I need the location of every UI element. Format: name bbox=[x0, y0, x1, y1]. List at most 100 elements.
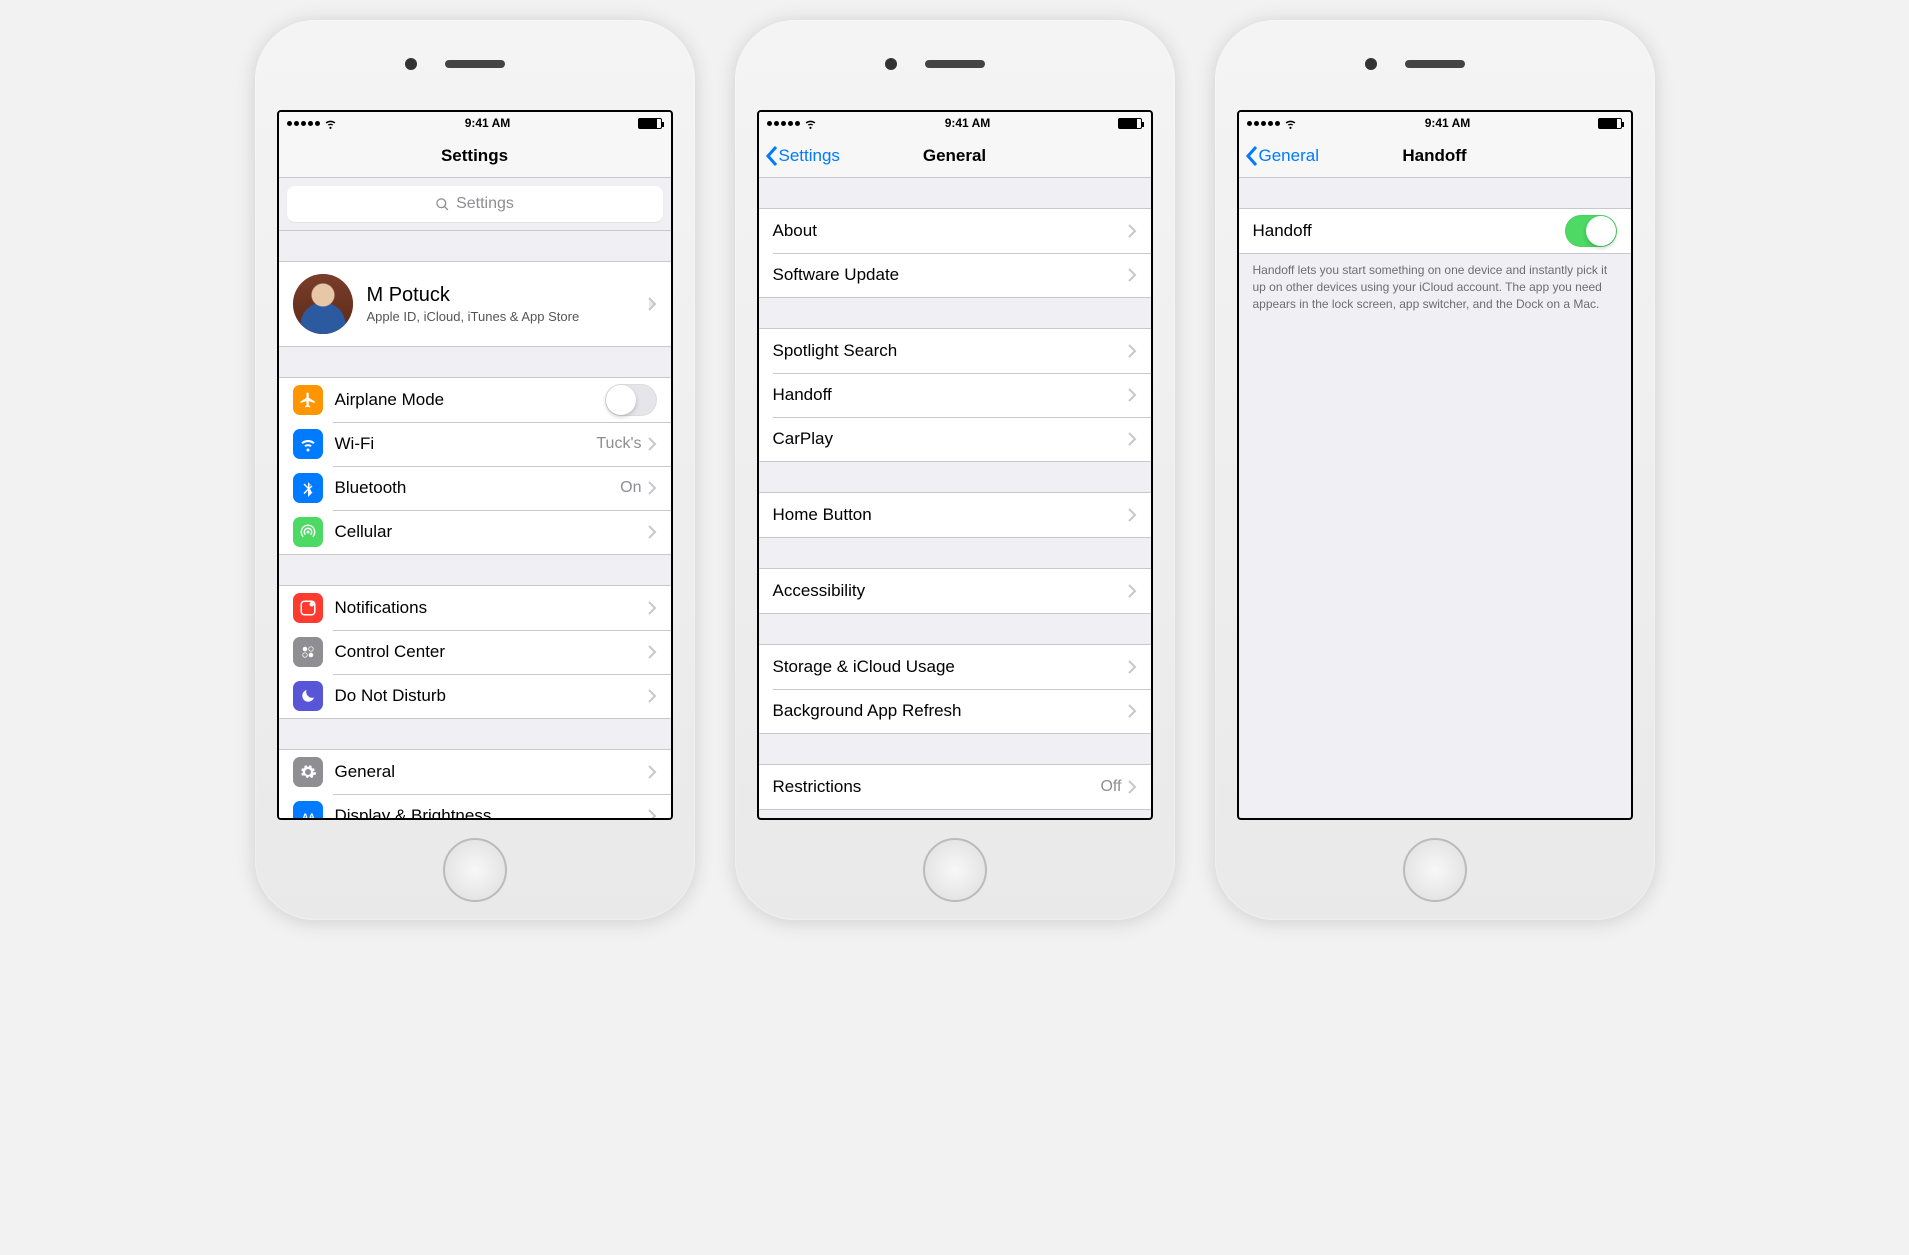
control-center-icon bbox=[293, 637, 323, 667]
status-bar: 9:41 AM bbox=[1239, 112, 1631, 134]
search-input[interactable]: Settings bbox=[287, 186, 663, 222]
phone-device-1: 9:41 AM Settings Settings M Potuck bbox=[255, 20, 695, 920]
bluetooth-icon bbox=[293, 473, 323, 503]
carplay-label: CarPlay bbox=[773, 429, 1128, 449]
home-button-label: Home Button bbox=[773, 505, 1128, 525]
display-brightness-label: Display & Brightness bbox=[335, 806, 648, 818]
cellular-cell[interactable]: Cellular bbox=[279, 510, 671, 554]
airplane-mode-label: Airplane Mode bbox=[335, 390, 605, 410]
screen-handoff: 9:41 AM General Handoff Handoff Handoff … bbox=[1237, 110, 1633, 820]
airplane-mode-toggle[interactable] bbox=[605, 384, 657, 416]
notifications-icon bbox=[293, 593, 323, 623]
nav-bar: Settings General bbox=[759, 134, 1151, 178]
handoff-toggle-cell[interactable]: Handoff bbox=[1239, 209, 1631, 253]
nav-bar: General Handoff bbox=[1239, 134, 1631, 178]
about-cell[interactable]: About bbox=[759, 209, 1151, 253]
restrictions-detail: Off bbox=[1100, 778, 1121, 796]
chevron-right-icon bbox=[1128, 388, 1137, 402]
general-label: General bbox=[335, 762, 648, 782]
software-update-cell[interactable]: Software Update bbox=[759, 253, 1151, 297]
chevron-right-icon bbox=[648, 481, 657, 495]
home-button[interactable] bbox=[923, 838, 987, 902]
spotlight-search-cell[interactable]: Spotlight Search bbox=[759, 329, 1151, 373]
handoff-footer-text: Handoff lets you start something on one … bbox=[1239, 254, 1631, 320]
control-center-label: Control Center bbox=[335, 642, 648, 662]
chevron-right-icon bbox=[1128, 224, 1137, 238]
svg-text:AA: AA bbox=[302, 812, 315, 818]
chevron-right-icon bbox=[1128, 584, 1137, 598]
chevron-right-icon bbox=[648, 601, 657, 615]
signal-strength-icon bbox=[767, 121, 800, 126]
notifications-label: Notifications bbox=[335, 598, 648, 618]
background-refresh-cell[interactable]: Background App Refresh bbox=[759, 689, 1151, 733]
battery-icon bbox=[1598, 118, 1622, 129]
carplay-cell[interactable]: CarPlay bbox=[759, 417, 1151, 461]
wifi-icon bbox=[324, 117, 337, 130]
control-center-cell[interactable]: Control Center bbox=[279, 630, 671, 674]
about-label: About bbox=[773, 221, 1128, 241]
do-not-disturb-label: Do Not Disturb bbox=[335, 686, 648, 706]
apple-id-cell[interactable]: M Potuck Apple ID, iCloud, iTunes & App … bbox=[279, 262, 671, 346]
chevron-right-icon bbox=[648, 765, 657, 779]
nav-title: General bbox=[923, 146, 986, 166]
cellular-icon bbox=[293, 517, 323, 547]
back-button[interactable]: General bbox=[1245, 134, 1319, 177]
airplane-mode-cell[interactable]: Airplane Mode bbox=[279, 378, 671, 422]
bluetooth-detail: On bbox=[620, 479, 641, 497]
battery-icon bbox=[638, 118, 662, 129]
home-button-cell[interactable]: Home Button bbox=[759, 493, 1151, 537]
status-bar: 9:41 AM bbox=[759, 112, 1151, 134]
avatar bbox=[293, 274, 353, 334]
back-label: Settings bbox=[779, 146, 840, 166]
notifications-cell[interactable]: Notifications bbox=[279, 586, 671, 630]
screen-settings: 9:41 AM Settings Settings M Potuck bbox=[277, 110, 673, 820]
nav-title: Settings bbox=[441, 146, 508, 166]
chevron-right-icon bbox=[648, 437, 657, 451]
home-button[interactable] bbox=[443, 838, 507, 902]
software-update-label: Software Update bbox=[773, 265, 1128, 285]
do-not-disturb-cell[interactable]: Do Not Disturb bbox=[279, 674, 671, 718]
search-placeholder: Settings bbox=[456, 195, 514, 213]
moon-icon bbox=[293, 681, 323, 711]
chevron-right-icon bbox=[1128, 508, 1137, 522]
chevron-right-icon bbox=[648, 645, 657, 659]
storage-label: Storage & iCloud Usage bbox=[773, 657, 1128, 677]
wifi-label: Wi-Fi bbox=[335, 434, 597, 454]
general-cell[interactable]: General bbox=[279, 750, 671, 794]
profile-subtitle: Apple ID, iCloud, iTunes & App Store bbox=[367, 309, 648, 324]
status-time: 9:41 AM bbox=[1425, 116, 1471, 130]
chevron-right-icon bbox=[648, 297, 657, 311]
wifi-detail: Tuck's bbox=[596, 435, 641, 453]
chevron-right-icon bbox=[648, 525, 657, 539]
back-label: General bbox=[1259, 146, 1319, 166]
chevron-right-icon bbox=[648, 689, 657, 703]
storage-cell[interactable]: Storage & iCloud Usage bbox=[759, 645, 1151, 689]
status-time: 9:41 AM bbox=[945, 116, 991, 130]
display-brightness-cell[interactable]: AA Display & Brightness bbox=[279, 794, 671, 818]
chevron-right-icon bbox=[1128, 268, 1137, 282]
accessibility-cell[interactable]: Accessibility bbox=[759, 569, 1151, 613]
chevron-right-icon bbox=[1128, 660, 1137, 674]
chevron-right-icon bbox=[1128, 780, 1137, 794]
nav-bar: Settings bbox=[279, 134, 671, 178]
handoff-label: Handoff bbox=[773, 385, 1128, 405]
signal-strength-icon bbox=[1247, 121, 1280, 126]
chevron-right-icon bbox=[1128, 344, 1137, 358]
nav-title: Handoff bbox=[1402, 146, 1466, 166]
handoff-toggle[interactable] bbox=[1565, 215, 1617, 247]
accessibility-label: Accessibility bbox=[773, 581, 1128, 601]
chevron-right-icon bbox=[1128, 704, 1137, 718]
status-time: 9:41 AM bbox=[465, 116, 511, 130]
background-refresh-label: Background App Refresh bbox=[773, 701, 1128, 721]
back-button[interactable]: Settings bbox=[765, 134, 840, 177]
search-icon bbox=[435, 197, 450, 212]
restrictions-cell[interactable]: Restrictions Off bbox=[759, 765, 1151, 809]
status-bar: 9:41 AM bbox=[279, 112, 671, 134]
wifi-icon bbox=[804, 117, 817, 130]
handoff-cell[interactable]: Handoff bbox=[759, 373, 1151, 417]
chevron-left-icon bbox=[1245, 145, 1259, 167]
wifi-cell[interactable]: Wi-Fi Tuck's bbox=[279, 422, 671, 466]
phone-device-2: 9:41 AM Settings General About Software … bbox=[735, 20, 1175, 920]
bluetooth-cell[interactable]: Bluetooth On bbox=[279, 466, 671, 510]
home-button[interactable] bbox=[1403, 838, 1467, 902]
